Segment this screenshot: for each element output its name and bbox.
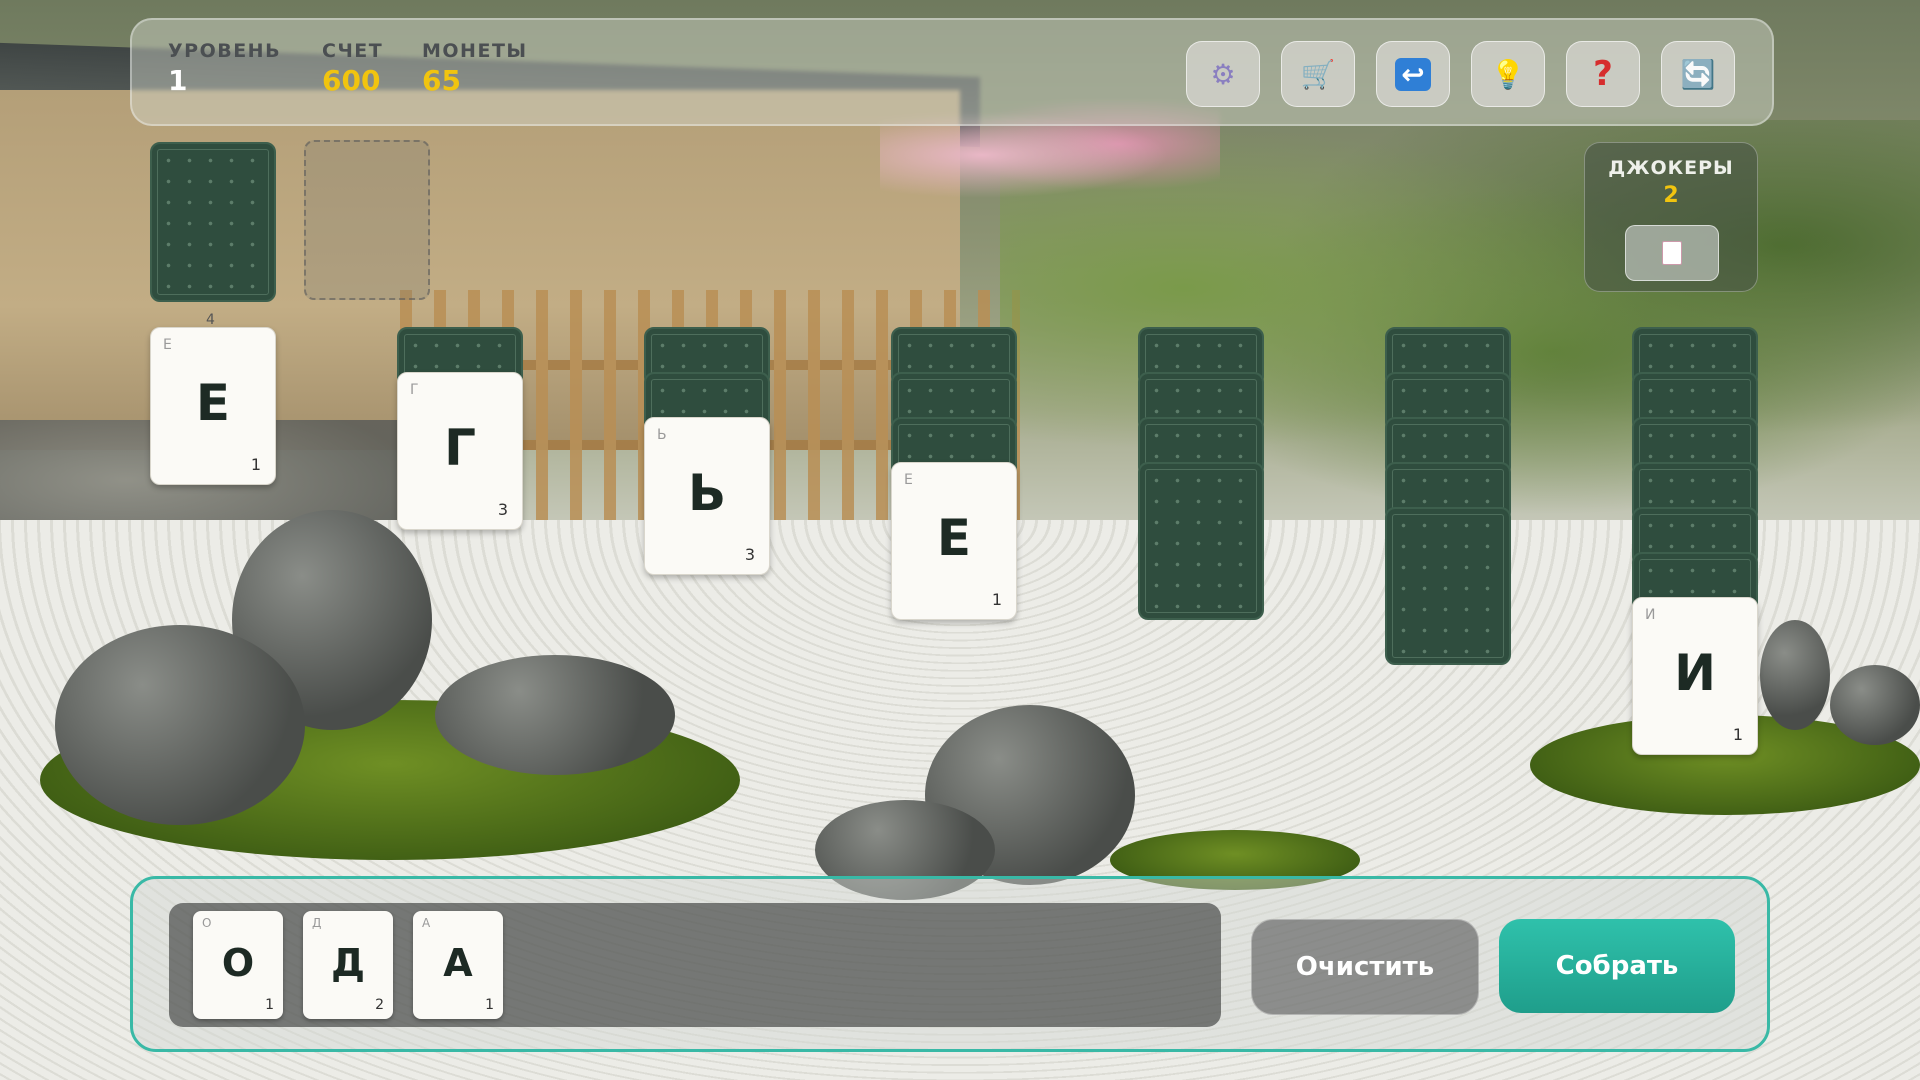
tableau-card[interactable]: Е Е 1 [891,462,1017,620]
face-down-card[interactable] [1138,462,1264,620]
tile-letter: А [443,941,473,985]
coins-value: 65 [422,64,461,97]
settings-button[interactable]: ⚙ [1186,41,1260,107]
rock [1830,665,1920,745]
help-button[interactable]: ? [1566,41,1640,107]
tableau-card[interactable]: Г Г 3 [397,372,523,530]
tile-corner-letter: А [422,916,431,930]
card-corner-letter: И [1645,607,1656,623]
word-area[interactable]: О О 1 Д Д 2 А А 1 [169,903,1221,1027]
card-corner-letter: Е [163,337,172,353]
word-builder-bar: О О 1 Д Д 2 А А 1 Очистить Собрать [130,876,1770,1052]
level-stat: УРОВЕНЬ 1 [168,40,281,97]
rock [55,625,305,825]
coins-label: МОНЕТЫ [422,40,528,62]
shuffle-button[interactable]: 🔄 [1661,41,1735,107]
hint-button[interactable]: 💡 [1471,41,1545,107]
card-points: 1 [1732,725,1743,744]
stock-count: 4 [206,312,215,328]
score-value: 600 [322,64,381,97]
level-value: 1 [168,64,188,97]
tableau-card[interactable]: Ь Ь 3 [644,417,770,575]
undo-arrow-icon: ↩ [1395,57,1431,91]
joker-button[interactable] [1625,225,1719,281]
top-hud: УРОВЕНЬ 1 СЧЕТ 600 МОНЕТЫ 65 ⚙ 🛒 ↩ 💡 ? 🔄 [130,18,1774,126]
score-stat: СЧЕТ 600 [322,40,383,97]
word-tile[interactable]: О О 1 [193,911,283,1019]
tableau-card[interactable]: И И 1 [1632,597,1758,755]
card-points: 3 [497,500,508,519]
joker-card-icon [1662,241,1682,265]
jokers-label: ДЖОКЕРЫ [1608,157,1734,179]
word-tile[interactable]: Д Д 2 [303,911,393,1019]
tile-points: 1 [485,997,494,1013]
face-down-card[interactable] [1385,507,1511,665]
tile-letter: О [221,941,255,985]
card-letter: Е [195,374,231,432]
tile-points: 2 [375,997,384,1013]
waste-slot[interactable] [304,140,430,300]
level-label: УРОВЕНЬ [168,40,282,62]
coins-stat: МОНЕТЫ 65 [422,40,528,97]
score-label: СЧЕТ [322,40,384,62]
shop-button[interactable]: 🛒 [1281,41,1355,107]
shopping-cart-icon: 🛒 [1300,57,1336,91]
card-corner-letter: Г [410,382,419,398]
stock-pile[interactable] [150,142,276,302]
card-points: 1 [991,590,1002,609]
card-letter: Е [936,509,972,567]
jokers-count: 2 [1663,183,1679,208]
tile-corner-letter: Д [312,916,322,930]
submit-word-button[interactable]: Собрать [1499,919,1735,1013]
tableau-card[interactable]: Е Е 1 [150,327,276,485]
card-corner-letter: Ь [657,427,667,443]
lightbulb-icon: 💡 [1490,57,1526,91]
undo-button[interactable]: ↩ [1376,41,1450,107]
gear-icon: ⚙ [1210,57,1236,91]
tile-corner-letter: О [202,916,212,930]
card-letter: Ь [687,464,727,522]
tile-points: 1 [265,997,274,1013]
word-tile[interactable]: А А 1 [413,911,503,1019]
question-mark-icon: ? [1593,54,1613,94]
refresh-icon: 🔄 [1680,57,1716,91]
card-points: 3 [744,545,755,564]
jokers-panel: ДЖОКЕРЫ 2 [1584,142,1758,292]
card-corner-letter: Е [904,472,913,488]
rock [435,655,675,775]
rock [1760,620,1830,730]
card-points: 1 [250,455,261,474]
tile-letter: Д [331,941,365,985]
clear-button[interactable]: Очистить [1251,919,1479,1015]
card-letter: И [1674,644,1716,702]
card-letter: Г [444,419,476,477]
